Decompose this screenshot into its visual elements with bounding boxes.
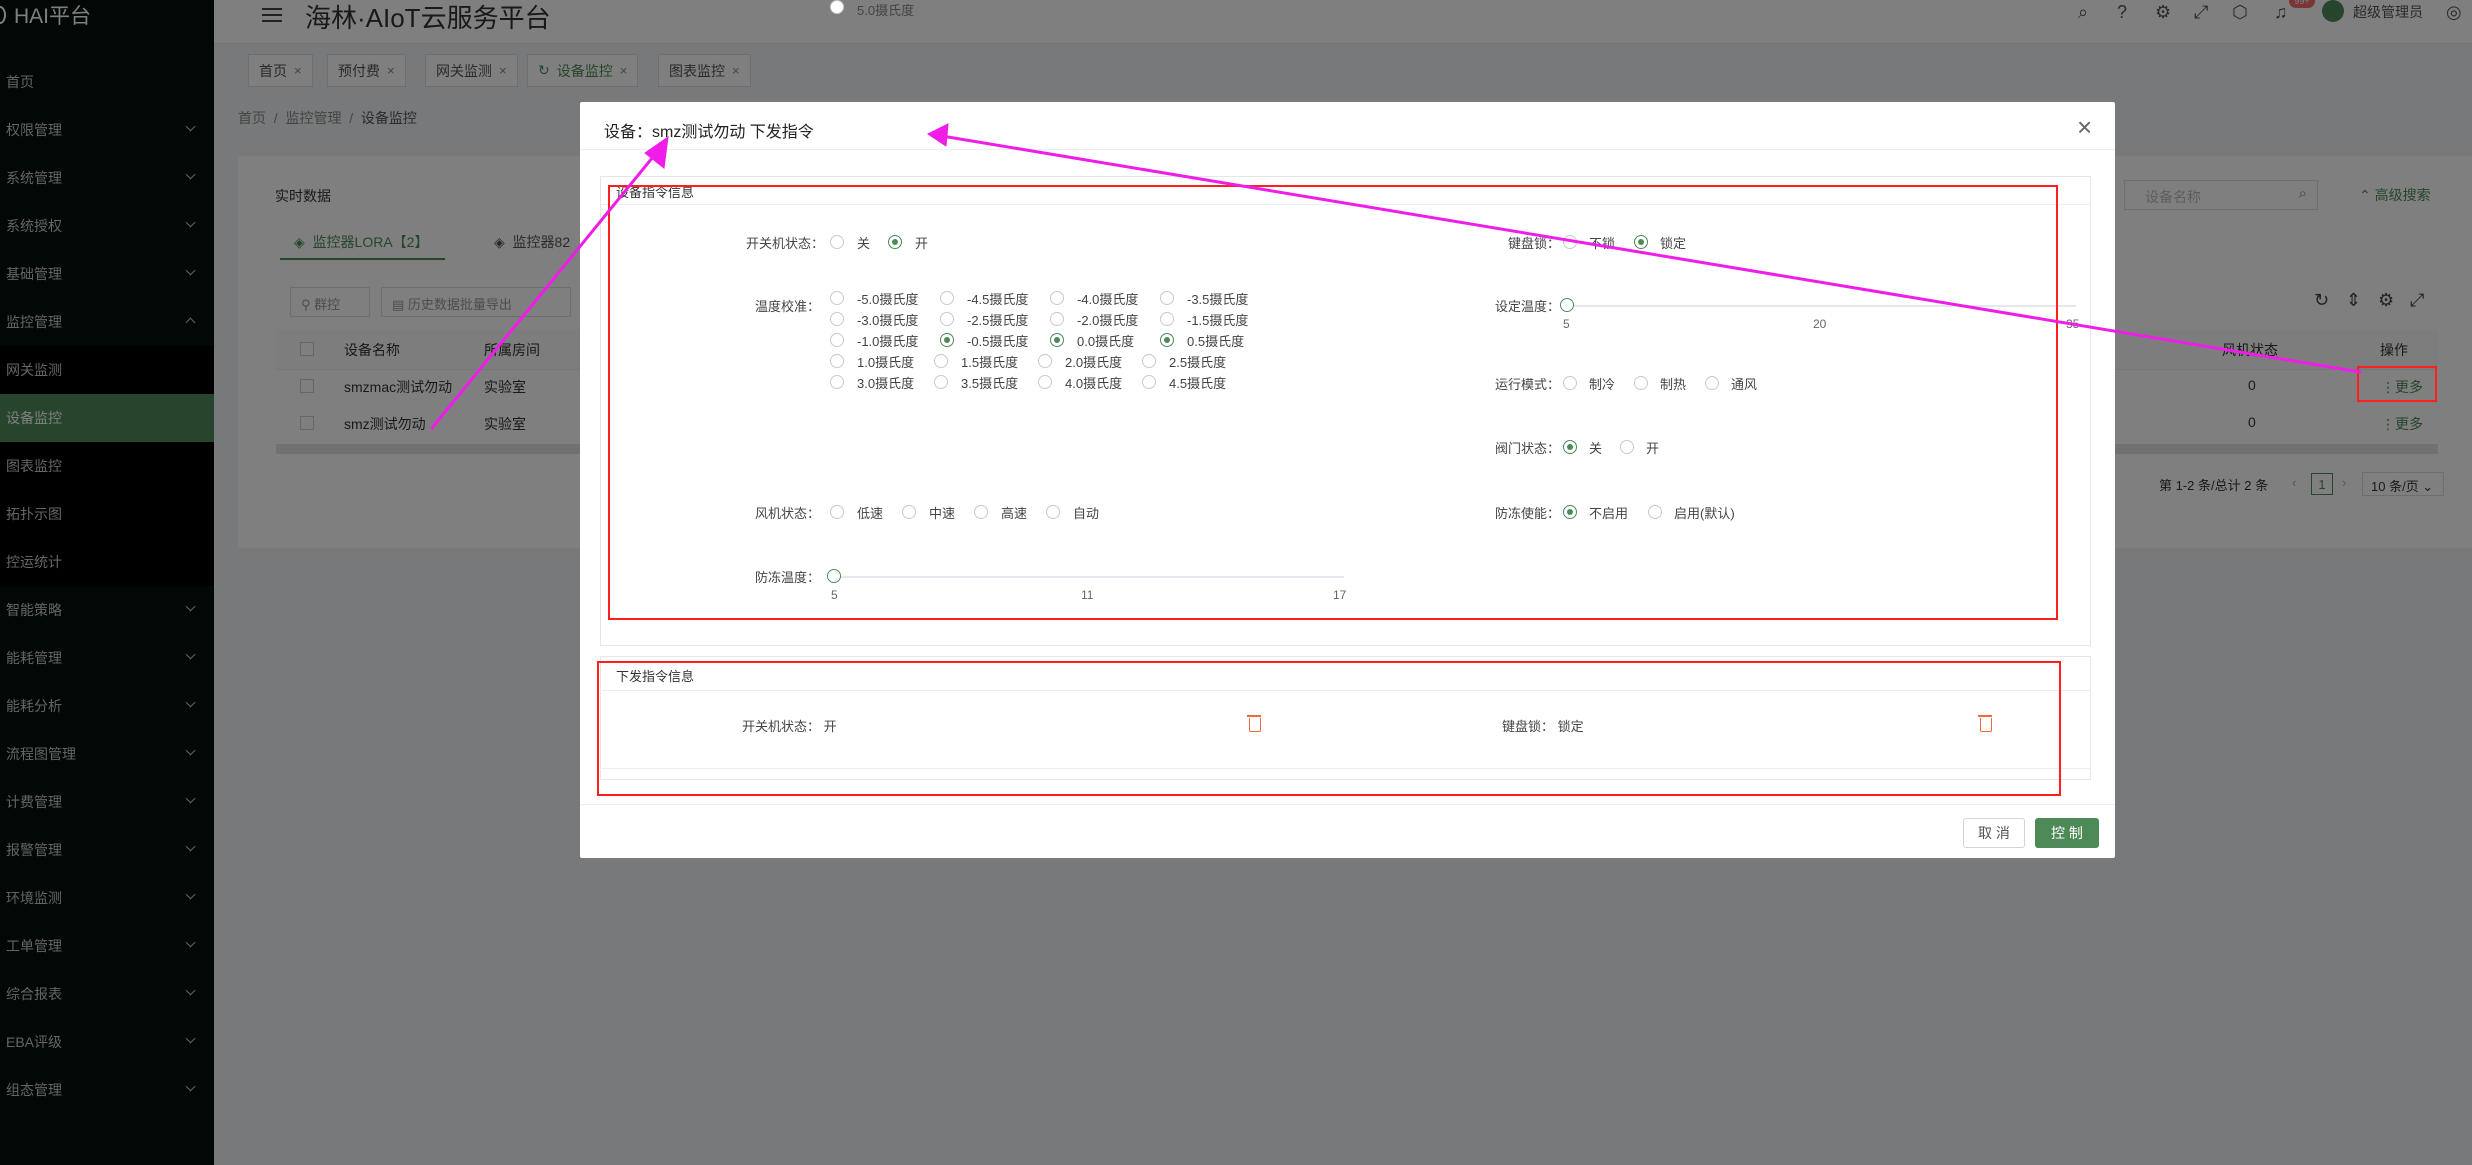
arrow-to-title-line-2 — [940, 134, 2362, 374]
arrow-head — [927, 123, 949, 147]
annotation-arrows — [430, 123, 2362, 430]
arrow-to-title-line — [430, 150, 659, 430]
